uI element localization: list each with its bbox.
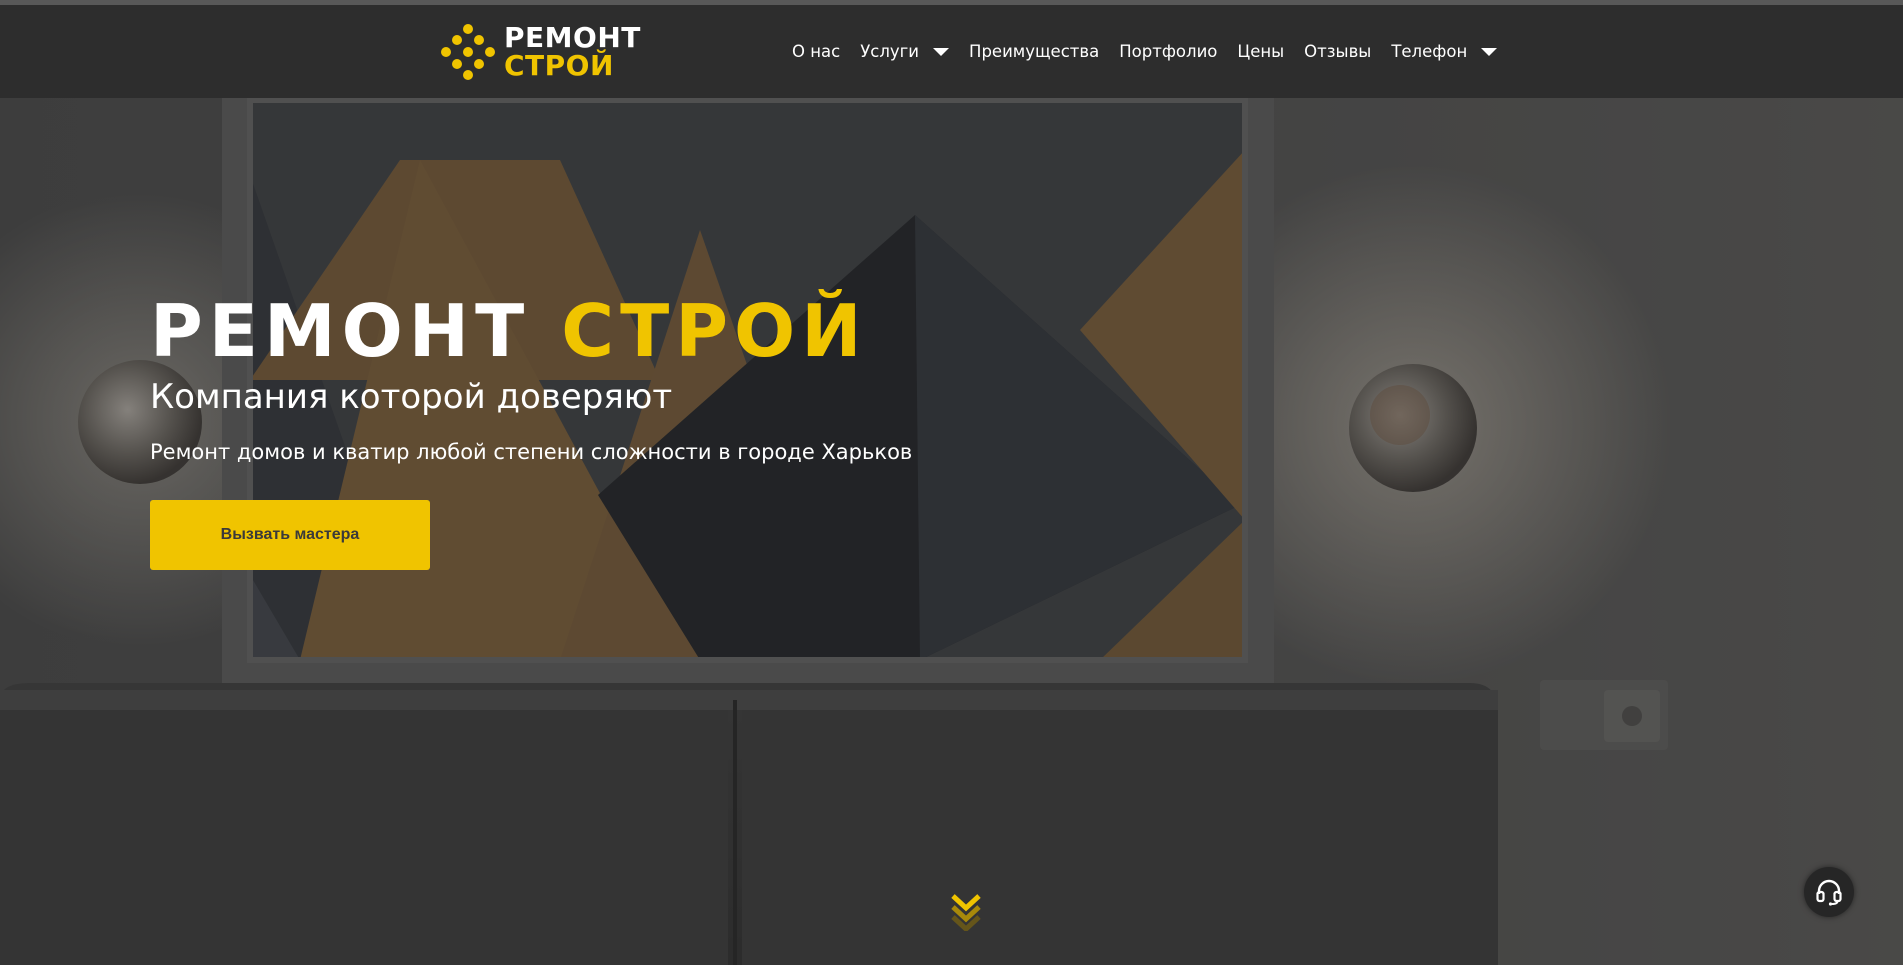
headset-icon <box>1816 879 1842 906</box>
nav-item-prices[interactable]: Цены <box>1237 42 1284 61</box>
dots-cluster-logo-icon <box>441 24 495 80</box>
nav-item-services[interactable]: Услуги <box>860 42 950 61</box>
logo-line1: РЕМОНТ <box>504 21 641 54</box>
site-logo[interactable]: РЕМОНТ СТРОЙ <box>440 24 641 80</box>
nav-item-label: Телефон <box>1391 42 1468 61</box>
support-chat-button[interactable] <box>1804 867 1854 917</box>
hero-title: РЕМОНТ СТРОЙ <box>150 288 912 374</box>
hero-title-word2: СТРОЙ <box>561 289 868 373</box>
top-strip <box>0 0 1903 5</box>
nav-item-about[interactable]: О нас <box>792 42 840 61</box>
hero-subtitle: Компания которой доверяют <box>150 377 673 417</box>
nav-item-advantages[interactable]: Преимущества <box>969 42 1099 61</box>
logo-line2: СТРОЙ <box>504 49 614 82</box>
logo-wordmark: РЕМОНТ СТРОЙ <box>504 24 641 80</box>
nav-item-label: Услуги <box>860 42 920 61</box>
call-master-button[interactable]: Вызвать мастера <box>150 500 430 570</box>
nav-item-label: Цены <box>1237 42 1285 61</box>
nav-item-label: О нас <box>792 42 841 61</box>
nav-item-label: Портфолио <box>1119 42 1218 61</box>
hero-section: РЕМОНТ СТРОЙ Компания которой доверяют Р… <box>150 288 912 570</box>
nav-item-label: Преимущества <box>969 42 1100 61</box>
nav-item-phone[interactable]: Телефон <box>1391 42 1498 61</box>
main-nav: О нас Услуги Преимущества Портфолио Цены… <box>792 5 1517 98</box>
page: РЕМОНТ СТРОЙ О нас Услуги Преимущества П… <box>0 0 1903 965</box>
hero-description: Ремонт домов и кватир любой степени слож… <box>150 440 913 464</box>
double-chevron-down-icon[interactable] <box>951 893 981 931</box>
nav-item-label: Отзывы <box>1304 42 1372 61</box>
caret-down-icon[interactable] <box>933 47 950 56</box>
caret-down-icon[interactable] <box>1481 47 1498 56</box>
nav-item-portfolio[interactable]: Портфолио <box>1119 42 1217 61</box>
hero-title-word1: РЕМОНТ <box>150 289 531 373</box>
nav-item-reviews[interactable]: Отзывы <box>1304 42 1371 61</box>
site-header: РЕМОНТ СТРОЙ О нас Услуги Преимущества П… <box>0 5 1903 98</box>
